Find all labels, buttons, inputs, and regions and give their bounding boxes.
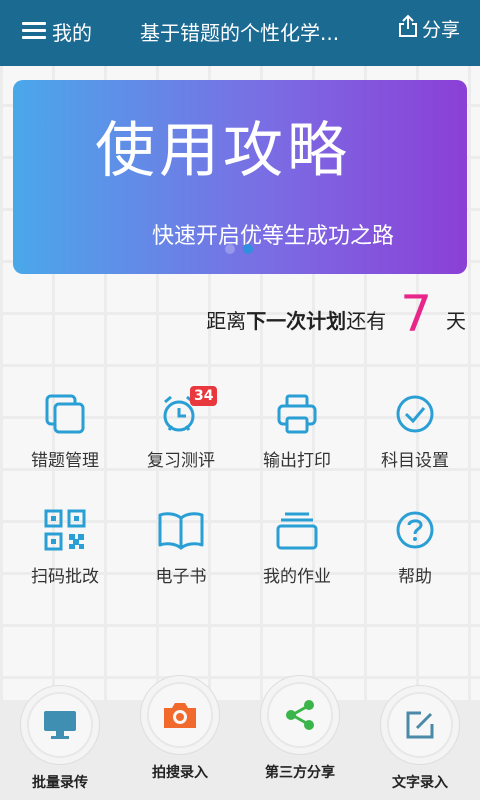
carousel-dots	[225, 244, 253, 254]
countdown-days: 7	[400, 285, 432, 343]
grid-label: 科目设置	[381, 451, 449, 471]
fab-circle	[261, 676, 339, 754]
carousel-dot[interactable]	[225, 244, 235, 254]
share-label: 分享	[422, 18, 461, 41]
batch-upload-button[interactable]: 批量录传	[0, 686, 120, 792]
fab-circle	[141, 676, 219, 754]
fab-label: 文字录入	[392, 775, 448, 791]
grid-label: 错题管理	[31, 451, 99, 471]
fab-label: 第三方分享	[265, 765, 335, 781]
share-button[interactable]: 分享	[398, 14, 460, 42]
hamburger-icon	[22, 22, 46, 40]
grid-item-ebook[interactable]: 电子书	[126, 506, 236, 587]
plan-countdown: 距离 下一次计划 还有 7 天	[206, 286, 466, 340]
alarm-clock-icon: 34	[126, 386, 236, 438]
fab-circle	[21, 686, 99, 764]
printer-icon	[242, 390, 352, 438]
question-circle-icon	[360, 506, 470, 554]
menu-label: 我的	[52, 20, 92, 45]
edit-icon	[389, 694, 451, 756]
banner-subtitle: 快速开启优等生成功之路	[152, 224, 395, 249]
banner-title: 使用攻略	[95, 116, 351, 186]
grid-item-review-test[interactable]: 34 复习测评	[126, 386, 236, 471]
camera-icon	[149, 684, 211, 746]
grid-item-homework[interactable]: 我的作业	[242, 506, 352, 587]
open-book-icon	[126, 506, 236, 554]
countdown-prefix: 距离	[206, 309, 247, 333]
notification-badge: 34	[190, 386, 218, 406]
grid-label: 复习测评	[147, 451, 215, 471]
carousel-dot-active[interactable]	[243, 244, 253, 254]
guide-banner[interactable]: 使用攻略 快速开启优等生成功之路	[13, 80, 467, 274]
countdown-suffix: 天	[446, 309, 466, 333]
grid-item-help[interactable]: 帮助	[360, 506, 470, 587]
grid-item-scan-correct[interactable]: 扫码批改	[10, 506, 120, 587]
share-icon	[269, 684, 331, 746]
photo-search-button[interactable]: 拍搜录入	[120, 676, 240, 782]
text-entry-button[interactable]: 文字录入	[360, 686, 480, 792]
grid-item-print[interactable]: 输出打印	[242, 390, 352, 471]
monitor-icon	[29, 694, 91, 756]
grid-item-subject-settings[interactable]: 科目设置	[360, 390, 470, 471]
page-title: 基于错题的个性化学...	[140, 21, 340, 45]
app-header: 我的 基于错题的个性化学... 分享	[0, 0, 480, 66]
copy-icon	[10, 390, 120, 438]
check-circle-icon	[360, 390, 470, 438]
qr-code-icon	[10, 506, 120, 554]
countdown-middle: 还有	[346, 309, 387, 333]
stack-icon	[242, 506, 352, 554]
grid-label: 电子书	[155, 567, 207, 587]
fab-circle	[381, 686, 459, 764]
grid-label: 我的作业	[263, 567, 331, 587]
grid-label: 扫码批改	[31, 567, 99, 587]
grid-label: 帮助	[398, 567, 432, 587]
fab-label: 拍搜录入	[152, 765, 208, 781]
countdown-emphasis: 下一次计划	[246, 309, 347, 333]
grid-label: 输出打印	[263, 451, 331, 471]
grid-item-wrong-questions[interactable]: 错题管理	[10, 390, 120, 471]
menu-button[interactable]: 我的	[22, 16, 92, 46]
fab-label: 批量录传	[32, 775, 88, 791]
third-party-share-button[interactable]: 第三方分享	[240, 676, 360, 782]
share-upload-icon	[398, 14, 418, 42]
